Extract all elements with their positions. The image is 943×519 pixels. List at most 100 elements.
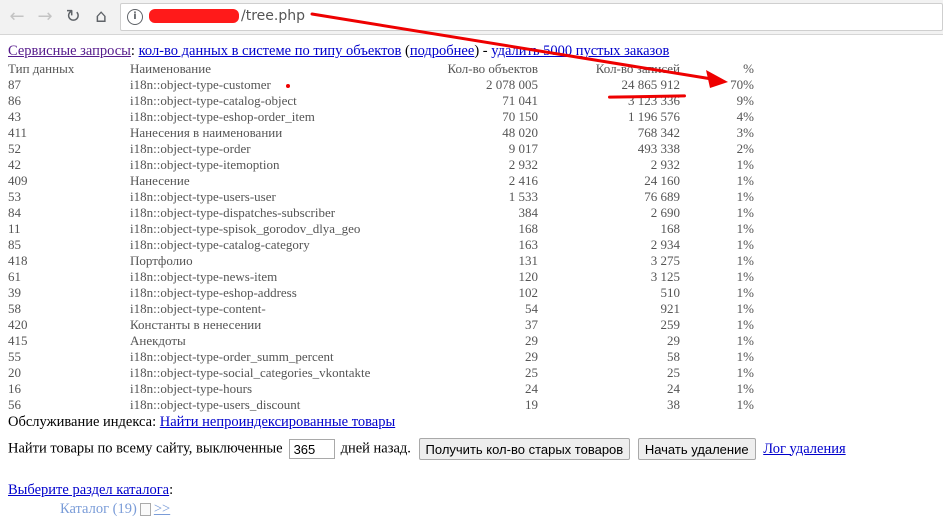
- catalog-section-line: Выберите раздел каталога:: [8, 482, 173, 499]
- browser-toolbar: ← → ↻ ⌂ i /tree.php: [0, 0, 943, 35]
- url-path: /tree.php: [241, 8, 305, 24]
- cell-object-count: 70 150: [502, 109, 538, 124]
- cell-name: i18n::object-type-eshop-order_item: [130, 109, 315, 124]
- cell-percent: 1%: [736, 205, 754, 220]
- cell-percent: 70%: [730, 77, 754, 92]
- cell-object-count: 9 017: [508, 141, 538, 156]
- cell-name: i18n::object-type-social_categories_vkon…: [130, 365, 371, 380]
- catalog-more-link[interactable]: >>: [154, 501, 170, 517]
- delete-empty-orders-link[interactable]: удалить 5000 пустых заказов: [491, 43, 669, 59]
- cell-name: i18n::object-type-spisok_gorodov_dlya_ge…: [130, 221, 361, 236]
- reload-icon[interactable]: ↻: [62, 6, 84, 28]
- find-unindexed-link[interactable]: Найти непроиндексированные товары: [160, 414, 395, 430]
- cell-percent: 1%: [736, 301, 754, 316]
- start-delete-button[interactable]: Начать удаление: [637, 438, 756, 460]
- cell-object-count: 2 416: [508, 173, 538, 188]
- address-bar[interactable]: i /tree.php: [120, 3, 943, 31]
- cell-object-count: 384: [518, 205, 539, 220]
- cell-record-count: 510: [660, 285, 681, 300]
- maintenance-label: Обслуживание индекса:: [8, 414, 157, 430]
- cell-type-id: 87: [8, 77, 21, 92]
- table-row: 409 Нанесение 2 416 24 160 1%: [8, 173, 754, 189]
- cell-type-id: 409: [8, 173, 28, 188]
- col-header-records: Кол-во записей: [595, 61, 680, 76]
- catalog-item-label[interactable]: Каталог (19): [60, 501, 137, 517]
- cell-record-count: 1 196 576: [628, 109, 680, 124]
- cell-object-count: 131: [518, 253, 539, 268]
- table-row: 411 Нанесения в наименовании 48 020 768 342…: [8, 125, 754, 141]
- cell-type-id: 411: [8, 125, 28, 140]
- cell-object-count: 24: [525, 381, 538, 396]
- cell-object-count: 37: [525, 317, 538, 332]
- table-row: 43 i18n::object-type-eshop-order_item 70 1…: [8, 109, 754, 125]
- cell-object-count: 19: [525, 397, 538, 412]
- cell-name: i18n::object-type-users-user: [130, 189, 276, 204]
- cell-percent: 4%: [736, 109, 754, 124]
- cell-name: i18n::object-type-catalog-category: [130, 237, 310, 252]
- get-old-count-button[interactable]: Получить кол-во старых товаров: [418, 438, 631, 460]
- table-row: 56 i18n::object-type-users_discount 19 38 1%: [8, 397, 754, 413]
- cell-record-count: 768 342: [637, 125, 680, 140]
- cell-type-id: 61: [8, 269, 21, 284]
- table-row: 84 i18n::object-type-dispatches-subscribe…: [8, 205, 754, 221]
- cell-record-count: 259: [660, 317, 681, 332]
- cell-object-count: 25: [525, 365, 538, 380]
- service-queries-link[interactable]: Сервисные запросы: [8, 43, 131, 59]
- dash: -: [479, 43, 492, 59]
- cell-type-id: 42: [8, 157, 21, 172]
- home-icon[interactable]: ⌂: [90, 6, 112, 28]
- cell-name: i18n::object-type-order_summ_percent: [130, 349, 334, 364]
- info-icon[interactable]: i: [127, 9, 143, 25]
- cell-type-id: 52: [8, 141, 21, 156]
- cell-percent: 1%: [736, 157, 754, 172]
- cell-name: i18n::object-type-order: [130, 141, 251, 156]
- cell-object-count: 71 041: [502, 93, 538, 108]
- cell-object-count: 102: [518, 285, 539, 300]
- cell-record-count: 921: [660, 301, 681, 316]
- index-maintenance-line: Обслуживание индекса: Найти непроиндекси…: [8, 414, 395, 431]
- cell-name: i18n::object-type-itemoption: [130, 157, 280, 172]
- cell-percent: 1%: [736, 285, 754, 300]
- table-row: 85 i18n::object-type-catalog-category 163 2…: [8, 237, 754, 253]
- table-row: 415 Анекдоты 29 29 1%: [8, 333, 754, 349]
- cell-record-count: 168: [660, 221, 681, 236]
- object-types-table: Тип данных Наименование Кол-во объектов …: [8, 61, 754, 413]
- choose-catalog-section-link[interactable]: Выберите раздел каталога: [8, 482, 169, 498]
- col-header-percent: %: [743, 61, 754, 76]
- cell-object-count: 2 078 005: [486, 77, 538, 92]
- forward-arrow-icon[interactable]: →: [34, 6, 56, 28]
- col-header-objects: Кол-во объектов: [447, 61, 538, 76]
- table-row: 61 i18n::object-type-news-item 120 3 125 1%: [8, 269, 754, 285]
- redacted-domain: [149, 9, 239, 23]
- cell-record-count: 58: [667, 349, 680, 364]
- table-row: 87 i18n::object-type-customer 2 078 005 24 …: [8, 77, 754, 93]
- details-link[interactable]: подробнее: [410, 43, 474, 59]
- cell-object-count: 54: [525, 301, 538, 316]
- cell-object-count: 29: [525, 333, 538, 348]
- back-arrow-icon[interactable]: ←: [6, 6, 28, 28]
- cell-record-count: 493 338: [637, 141, 680, 156]
- delete-log-link[interactable]: Лог удаления: [763, 441, 845, 457]
- cell-record-count: 2 932: [650, 157, 680, 172]
- cell-record-count: 24 865 912: [621, 77, 681, 92]
- cell-percent: 1%: [736, 173, 754, 188]
- table-row: 39 i18n::object-type-eshop-address 102 510 1…: [8, 285, 754, 301]
- cell-name: i18n::object-type-content-: [130, 301, 266, 316]
- cell-type-id: 86: [8, 93, 21, 108]
- cell-type-id: 420: [8, 317, 28, 332]
- cell-type-id: 85: [8, 237, 21, 252]
- find-disabled-products-row: Найти товары по всему сайту, выключенные…: [8, 438, 846, 462]
- cell-object-count: 2 932: [508, 157, 538, 172]
- cell-record-count: 38: [667, 397, 680, 412]
- table-row: 16 i18n::object-type-hours 24 24 1%: [8, 381, 754, 397]
- cell-name: i18n::object-type-hours: [130, 381, 253, 396]
- days-input[interactable]: [288, 439, 335, 459]
- cell-record-count: 76 689: [644, 189, 680, 204]
- days-suffix: дней назад.: [340, 440, 411, 457]
- table-row: 53 i18n::object-type-users-user 1 533 76 68…: [8, 189, 754, 205]
- cell-percent: 3%: [736, 125, 754, 140]
- document-icon[interactable]: [139, 503, 151, 517]
- cell-type-id: 11: [8, 221, 21, 236]
- cell-name: i18n::object-type-users_discount: [130, 397, 301, 412]
- counts-by-type-link[interactable]: кол-во данных в системе по типу объектов: [139, 43, 402, 59]
